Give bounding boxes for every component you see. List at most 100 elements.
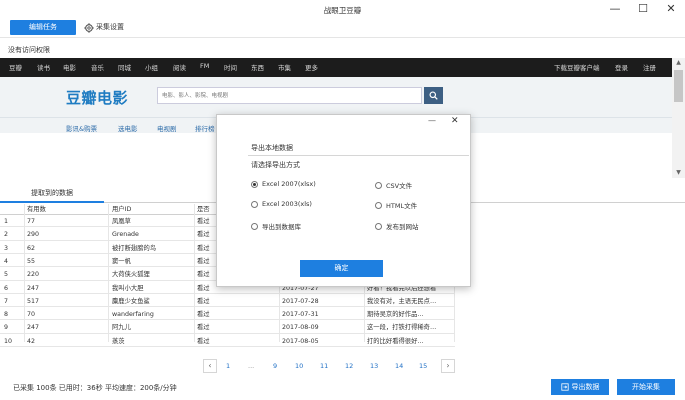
column-header: 用户ID — [112, 206, 132, 213]
table-cell: 247 — [27, 284, 40, 292]
gear-icon — [84, 22, 94, 33]
dialog-divider — [248, 155, 469, 156]
no-access-notice: 没有访问权限 — [8, 46, 50, 54]
table-cell: 247 — [27, 324, 40, 332]
option-label: 导出到数据库 — [262, 223, 301, 231]
prev-page-button[interactable]: ‹ — [203, 359, 217, 373]
status-text: 已采集 100条 已用时：36秒 平均速度：200条/分钟 — [13, 384, 177, 392]
nav-item[interactable]: FM — [200, 62, 209, 70]
page-number[interactable]: 12 — [345, 362, 353, 370]
export-method-label: 请选择导出方式 — [251, 161, 300, 169]
table-cell: 290 — [27, 231, 40, 239]
table-cell: 42 — [27, 337, 36, 345]
radio-icon[interactable] — [251, 222, 258, 230]
nav-item[interactable]: 东西 — [251, 62, 264, 72]
subnav-item[interactable]: 排行榜 — [195, 123, 215, 133]
page-number[interactable]: 10 — [295, 362, 303, 370]
table-cell: 看过 — [197, 297, 210, 305]
option-csv[interactable]: CSV文件 — [375, 180, 412, 190]
dialog-title: 导出本地数据 — [251, 144, 293, 152]
radio-icon[interactable] — [375, 181, 382, 189]
tab-edit-task[interactable]: 编辑任务 — [10, 20, 76, 35]
table-cell: 220 — [27, 271, 40, 279]
dialog-close-button[interactable]: ✕ — [451, 116, 459, 126]
nav-download-client[interactable]: 下载豆瓣客户端 — [554, 62, 600, 72]
page-number[interactable]: 13 — [370, 362, 378, 370]
table-cell: 2017-07-31 — [282, 311, 319, 319]
radio-icon[interactable] — [375, 201, 382, 209]
nav-item[interactable]: 豆瓣 — [9, 62, 22, 72]
next-page-button[interactable]: › — [441, 359, 455, 373]
table-cell: 10 — [4, 337, 13, 345]
nav-item[interactable]: 音乐 — [91, 62, 104, 72]
search-button[interactable] — [424, 87, 443, 104]
maximize-button[interactable]: ☐ — [632, 2, 654, 16]
table-cell: 62 — [27, 244, 36, 252]
page-number[interactable]: 11 — [320, 362, 328, 370]
export-data-button[interactable]: 导出数据 — [551, 379, 609, 395]
start-collect-button[interactable]: 开始采集 — [617, 379, 675, 395]
dialog-minimize-button[interactable]: — — [428, 116, 436, 125]
option-excel-2007[interactable]: Excel 2007(xlsx) — [251, 180, 316, 188]
page-number[interactable]: 14 — [395, 362, 403, 370]
nav-item[interactable]: 市集 — [278, 62, 291, 72]
movie-search-input[interactable] — [158, 88, 421, 103]
column-header: 有用数 — [27, 206, 46, 213]
tab-collect-settings[interactable]: 采集设置 — [84, 21, 124, 34]
table-cell: 被打断翅膀的鸟 — [112, 244, 157, 252]
table-cell: 77 — [27, 218, 36, 225]
option-html[interactable]: HTML文件 — [375, 200, 417, 210]
radio-icon[interactable] — [375, 222, 382, 230]
nav-item[interactable]: 更多 — [305, 62, 318, 72]
table-cell: 期待吴京的好作品… — [367, 311, 424, 319]
scroll-up-icon[interactable]: ▲ — [672, 58, 685, 68]
page-number[interactable]: 15 — [419, 362, 427, 370]
douban-movie-logo[interactable]: 豆瓣电影 — [66, 87, 128, 108]
table-row[interactable]: 7 517 麋鹿少女鱼鲨 看过 2017-07-28 我没有对，主语无民点… — [0, 296, 455, 308]
nav-item[interactable]: 读书 — [37, 62, 50, 72]
nav-login[interactable]: 登录 — [615, 62, 628, 72]
table-row[interactable]: 10 42 蒸茨 看过 2017-08-05 打的比好看得很好… — [0, 336, 455, 348]
table-cell: 9 — [4, 324, 9, 332]
nav-item[interactable]: 时间 — [224, 62, 237, 72]
tab-extracted-data[interactable]: 提取到的数据 — [0, 185, 104, 203]
table-cell: 凤凰草 — [112, 218, 131, 225]
table-cell: 窦一帆 — [112, 257, 131, 265]
table-cell: 55 — [27, 257, 36, 265]
nav-item[interactable]: 电影 — [63, 62, 76, 72]
export-data-label: 导出数据 — [571, 383, 600, 391]
table-cell: 7 — [4, 297, 9, 305]
table-cell: 阿九儿 — [112, 324, 131, 332]
table-cell: 2017-08-05 — [282, 337, 319, 345]
subnav-item[interactable]: 电视剧 — [157, 123, 177, 133]
table-cell: 8 — [4, 311, 9, 319]
page-number[interactable]: 9 — [273, 362, 277, 370]
table-cell: 看过 — [197, 324, 210, 332]
subnav-item[interactable]: 选电影 — [118, 123, 138, 133]
table-cell: 麋鹿少女鱼鲨 — [112, 297, 150, 305]
nav-item[interactable]: 同城 — [118, 62, 131, 72]
page-number[interactable]: 1 — [226, 362, 230, 370]
close-button[interactable]: ✕ — [660, 2, 682, 16]
movie-search-field[interactable] — [157, 87, 422, 104]
radio-icon[interactable] — [251, 200, 258, 208]
table-cell: 3 — [4, 244, 9, 252]
confirm-button[interactable]: 确定 — [300, 260, 383, 277]
option-excel-2003[interactable]: Excel 2003(xls) — [251, 200, 312, 208]
nav-register[interactable]: 注册 — [643, 62, 656, 72]
scrollbar-thumb[interactable] — [674, 70, 683, 102]
nav-item[interactable]: 阅读 — [173, 62, 186, 72]
table-row[interactable]: 8 70 wanderfaring 看过 2017-07-31 期待吴京的好作品… — [0, 309, 455, 321]
minimize-button[interactable]: — — [604, 2, 626, 16]
table-row[interactable]: 9 247 阿九儿 看过 2017-08-09 这一段，打铁打得稀奇… — [0, 322, 455, 334]
subnav-item[interactable]: 影讯&购票 — [66, 123, 97, 133]
option-publish-website[interactable]: 发布到网站 — [375, 221, 419, 231]
table-cell: Grenade — [112, 231, 139, 239]
option-label: Excel 2003(xls) — [262, 200, 312, 208]
table-cell: 我叫小大胆 — [112, 284, 144, 292]
scroll-down-icon[interactable]: ▼ — [672, 168, 685, 178]
option-label: HTML文件 — [386, 202, 418, 210]
radio-selected-icon[interactable] — [251, 180, 258, 188]
option-database[interactable]: 导出到数据库 — [251, 221, 301, 231]
nav-item[interactable]: 小组 — [145, 62, 158, 72]
